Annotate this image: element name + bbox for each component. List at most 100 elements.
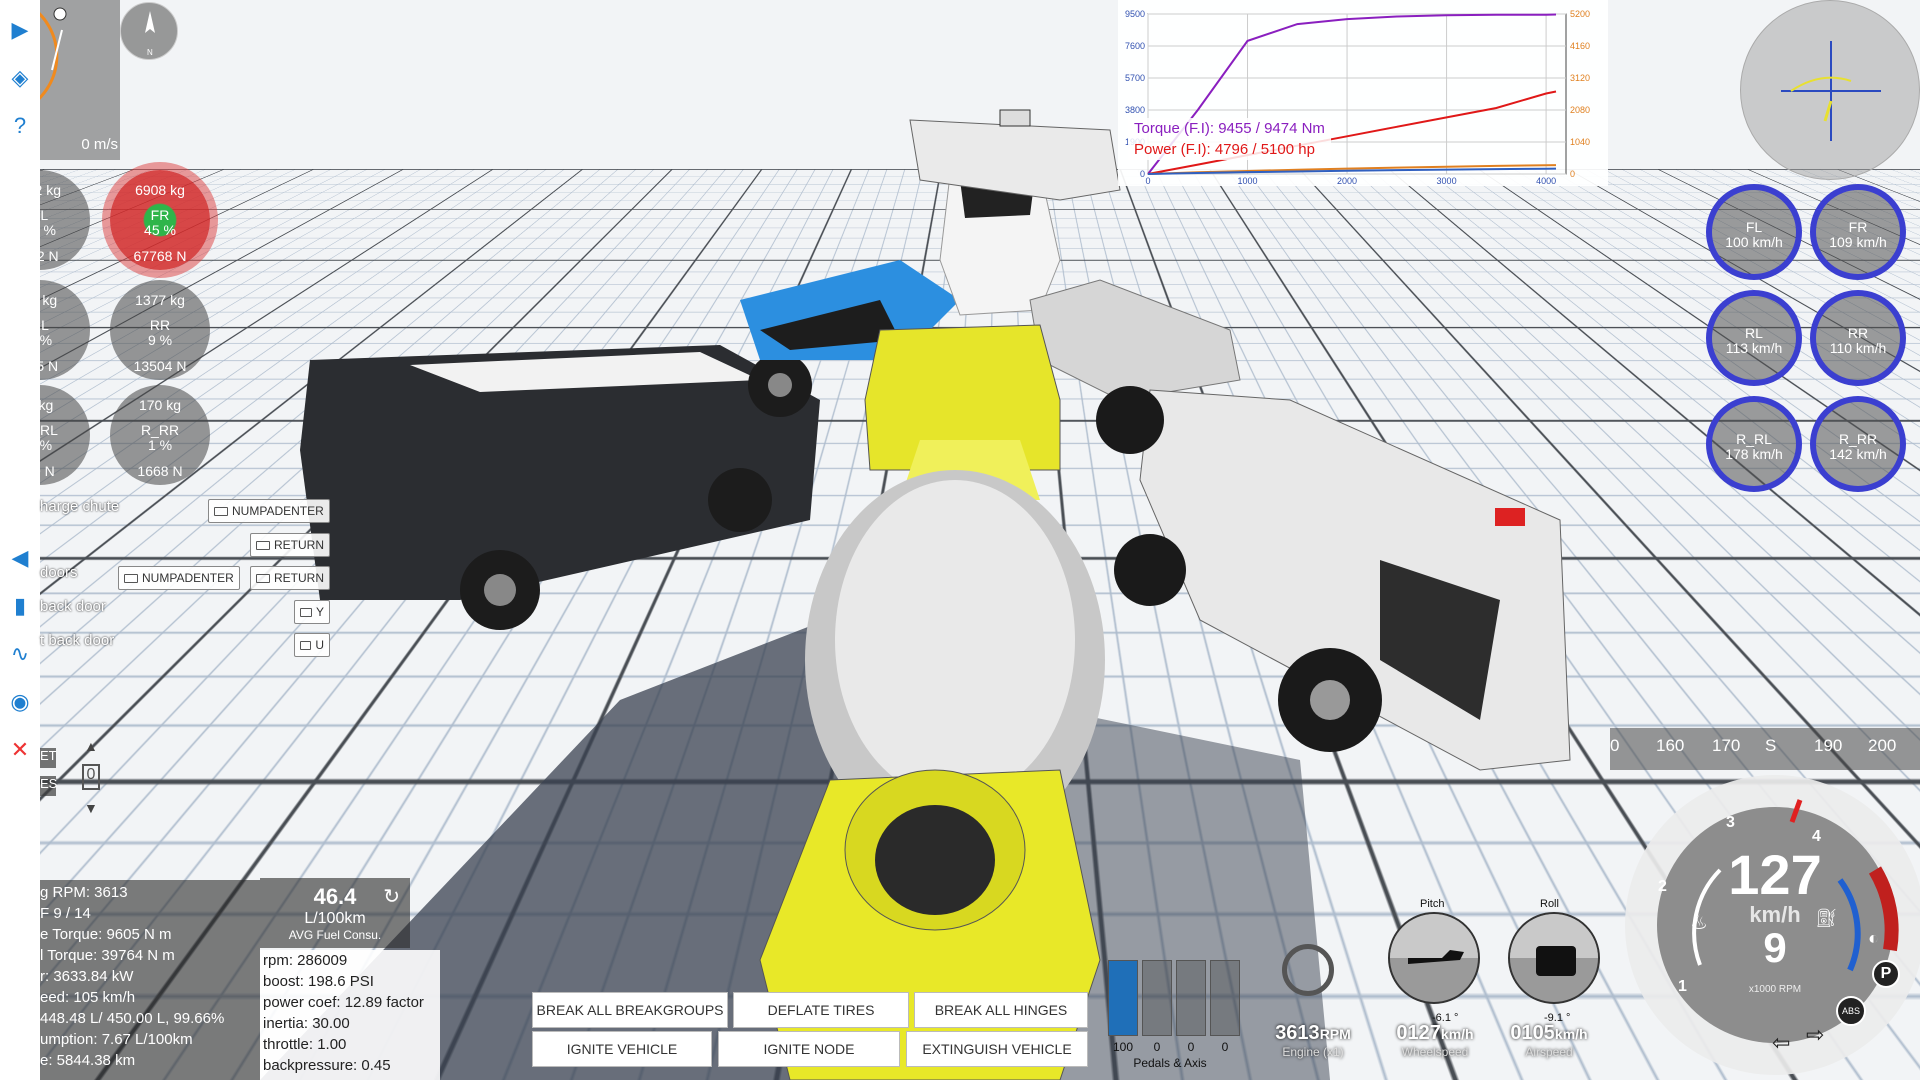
gear-up-arrow-icon[interactable]: ▲ (84, 738, 98, 754)
wheel-load-r-rr: 170 kg R_RR 1 % 1668 N (110, 385, 210, 485)
y-tick-right: 3120 (1570, 73, 1590, 83)
tire-r-rl: R_RL 178 km/h (1706, 396, 1802, 492)
pedal-value: 0 (1142, 1040, 1172, 1054)
headlight-icon: ◐ (1868, 928, 1879, 949)
layers-icon[interactable]: ◈ (0, 54, 40, 102)
tire-fr: FR 109 km/h (1810, 184, 1906, 280)
stat-line: l Torque: 39764 N m (40, 945, 260, 966)
action-discharge-chute: harge chute (40, 498, 119, 515)
keyboard-icon (124, 574, 138, 583)
rpm-scale-label: x1000 RPM (1730, 984, 1820, 995)
close-icon[interactable]: ✕ (0, 726, 40, 774)
keyboard-icon (214, 507, 228, 516)
engine-line: backpressure: 0.45 (263, 1055, 440, 1076)
engine-stats-panel: rpm: 286009 boost: 198.6 PSI power coef:… (260, 950, 440, 1080)
stat-line: eed: 105 km/h (40, 987, 260, 1008)
chart-legend: Torque (F.I): 9455 / 9474 Nm Power (F.I)… (1128, 118, 1331, 160)
key-return-2[interactable]: RETURN (250, 566, 330, 590)
y-tick-right: 4160 (1570, 41, 1590, 51)
x-tick: 2000 (1337, 176, 1357, 186)
route-icon[interactable]: ∿ (0, 630, 40, 678)
y-tick-left: 7600 (1125, 41, 1145, 51)
police-sedan (910, 110, 1120, 200)
legend-torque: Torque (F.I): 9455 / 9474 Nm (1134, 118, 1325, 139)
keyboard-icon (256, 541, 270, 550)
key-y[interactable]: Y (294, 600, 330, 624)
fuel-label: AVG Fuel Consu. (260, 928, 410, 942)
gear-label-es: ES (40, 776, 56, 796)
right-signal-icon[interactable]: ⇨ (1806, 1022, 1824, 1048)
key-numpadenter-1[interactable]: NUMPADENTER (208, 499, 330, 523)
break-all-breakgroups-button[interactable]: BREAK ALL BREAKGROUPS (532, 992, 728, 1028)
key-u[interactable]: U (294, 633, 330, 657)
legend-power: Power (F.I): 4796 / 5100 hp (1134, 139, 1325, 160)
y-tick-left: 5700 (1125, 73, 1145, 83)
pedal-value: 0 (1176, 1040, 1206, 1054)
tape-mark: 200 (1868, 736, 1896, 756)
volume-icon[interactable]: ◀ (0, 534, 40, 582)
y-tick-left: 3800 (1125, 105, 1145, 115)
compass-icon: N (120, 2, 178, 60)
engine-line: rpm: 286009 (263, 950, 440, 971)
svg-text:N: N (147, 48, 153, 57)
pitch-label: Pitch (1420, 898, 1444, 910)
tire-rl: RL 113 km/h (1706, 290, 1802, 386)
avg-fuel-widget: 46.4 L/100km AVG Fuel Consu. ↻ (260, 878, 410, 948)
abs-icon: ABS (1836, 996, 1866, 1026)
fuel-pump-icon: ⛽︎ (1815, 908, 1838, 929)
gear-selector: ET ES ▲ 0 ▼ (40, 738, 106, 830)
action-back-door: back door (40, 598, 106, 615)
gear-down-arrow-icon[interactable]: ▼ (84, 800, 98, 816)
tire-r-rr: R_RR 142 km/h (1810, 396, 1906, 492)
stat-line: umption: 7.67 L/100km (40, 1029, 260, 1050)
stat-line: e Torque: 9605 N m (40, 924, 260, 945)
pedals-label: Pedals & Axis (1100, 1056, 1240, 1070)
tire-fl: FL 100 km/h (1706, 184, 1802, 280)
stat-line: g RPM: 3613 (40, 882, 260, 903)
stat-line: r: 3633.84 kW (40, 966, 260, 987)
police-car (300, 345, 820, 630)
speed-readout: 0 m/s (40, 136, 118, 153)
y-tick-left: 9500 (1125, 9, 1145, 19)
pedal-parking (1210, 960, 1240, 1036)
deflate-tires-button[interactable]: DEFLATE TIRES (733, 992, 909, 1028)
temperature-icon: ♨ (1690, 910, 1708, 935)
engine-line: power coef: 12.89 factor (263, 992, 440, 1013)
keyboard-icon (300, 608, 312, 617)
extinguish-vehicle-button[interactable]: EXTINGUISH VEHICLE (906, 1031, 1088, 1067)
vehicle-stats-panel: g RPM: 3613 F 9 / 14 e Torque: 9605 N m … (40, 880, 260, 1080)
pedals-axis-widget: 100 0 0 0 Pedals & Axis (1100, 956, 1240, 1068)
break-all-hinges-button[interactable]: BREAK ALL HINGES (914, 992, 1088, 1028)
left-signal-icon[interactable]: ⇦ (1772, 1030, 1790, 1056)
roll-value: -9.1 ° (1544, 1012, 1570, 1024)
play-icon[interactable]: ▶ (0, 6, 40, 54)
tape-mark: 160 (1656, 736, 1684, 756)
action-doors: doors (40, 564, 78, 581)
ignite-node-button[interactable]: IGNITE NODE (718, 1031, 900, 1067)
wheel-load-rr: 1377 kg RR 9 % 13504 N (110, 280, 210, 380)
y-tick-right: 1040 (1570, 137, 1590, 147)
keyboard-icon (300, 641, 311, 650)
tape-mark: S (1765, 736, 1776, 756)
pedal-value: 0 (1210, 1040, 1240, 1054)
key-return-1[interactable]: RETURN (250, 533, 330, 557)
keyboard-icon (256, 574, 270, 583)
parking-brake-icon: P (1872, 960, 1900, 988)
help-icon[interactable]: ? (0, 102, 40, 150)
x-tick: 0 (1145, 176, 1150, 186)
x-tick: 3000 (1437, 176, 1457, 186)
engine-rpm-readout: 3613RPM Engine (x1) (1258, 1022, 1368, 1059)
camera-icon[interactable]: ◉ (0, 678, 40, 726)
bar-chart-icon[interactable]: ▮ (0, 582, 40, 630)
key-numpadenter-2[interactable]: NUMPADENTER (118, 566, 240, 590)
ignite-vehicle-button[interactable]: IGNITE VEHICLE (532, 1031, 712, 1067)
steering-wheel-icon (1282, 944, 1334, 996)
x-tick: 1000 (1238, 176, 1258, 186)
pedal-throttle (1108, 960, 1138, 1036)
reset-icon[interactable]: ↻ (383, 884, 400, 909)
stat-line: F 9 / 14 (40, 903, 260, 924)
g-force-gauge (1740, 0, 1920, 180)
y-tick-left: 0 (1140, 169, 1145, 179)
speedometer: 127 km/h 9 x1000 RPM 1 2 3 4 ♨ ⛽︎ ◐ P AB… (1610, 760, 1920, 1080)
gear-display: 9 (1740, 924, 1810, 972)
